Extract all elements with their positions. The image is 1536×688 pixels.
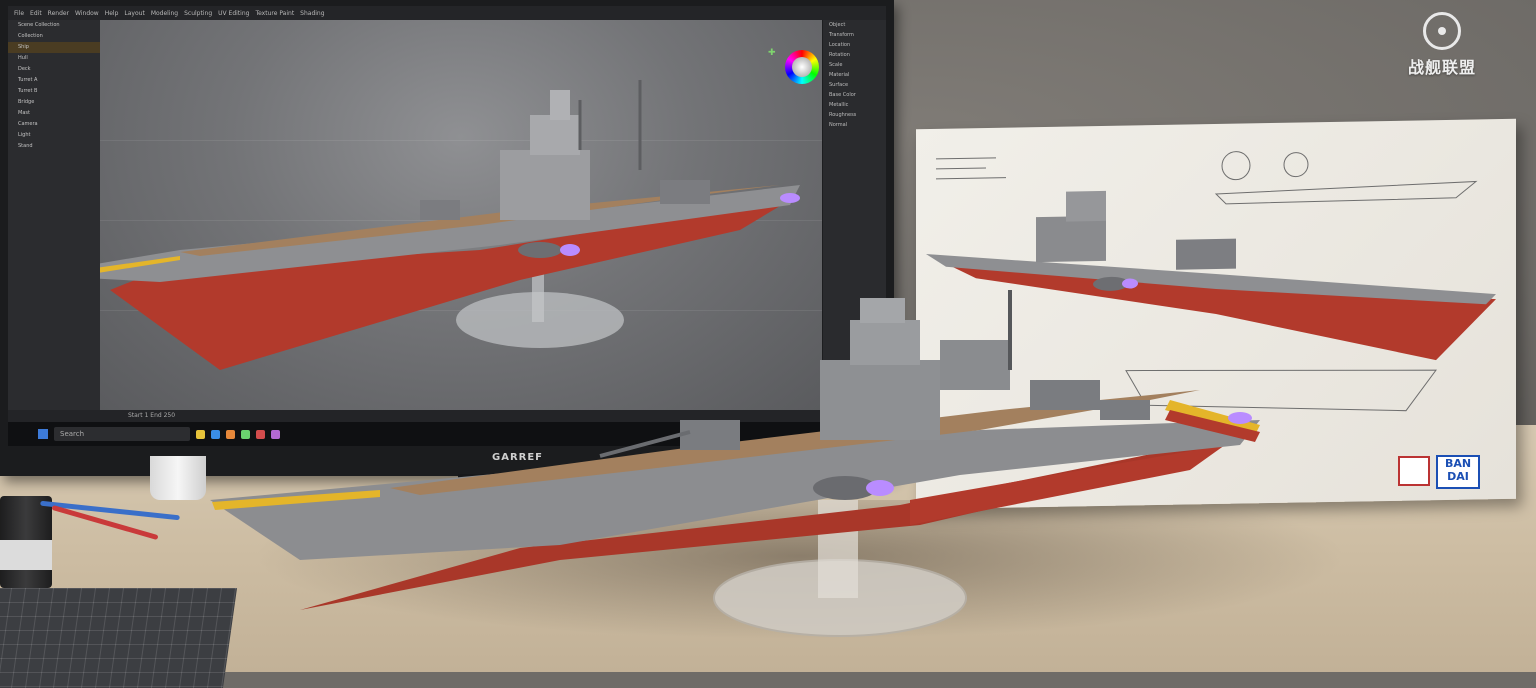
watermark-text: 战舰联盟 <box>1407 58 1476 77</box>
paint-jar-label <box>0 540 52 570</box>
crosshair-icon <box>1423 12 1461 50</box>
physical-model-ship <box>210 290 1260 637</box>
paint-jar <box>0 496 52 588</box>
watermark-logo: 战舰联盟 <box>1394 12 1490 78</box>
cutting-mat <box>0 588 238 688</box>
